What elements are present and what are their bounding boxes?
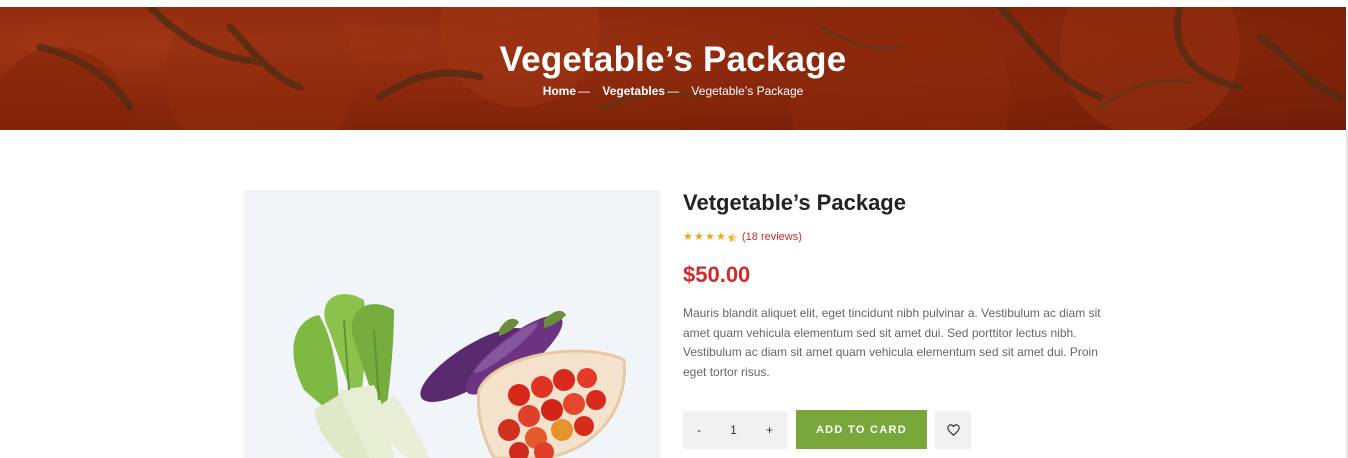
product-rating: ★ ★ ★ ★ (18 reviews) — [683, 230, 1113, 244]
breadcrumb-home-link[interactable]: Home — [543, 84, 576, 98]
wishlist-button[interactable] — [935, 410, 971, 449]
product-image[interactable] — [244, 190, 660, 458]
top-strip — [0, 0, 1348, 7]
page-title: Vegetable’s Package — [499, 40, 847, 79]
heart-icon — [946, 423, 960, 436]
vegetables-illustration — [293, 294, 627, 458]
quantity-value[interactable]: 1 — [730, 423, 737, 437]
star-icon: ★ — [705, 230, 715, 243]
star-icon: ★ — [716, 230, 726, 243]
breadcrumb-separator: — — [667, 84, 680, 98]
star-icon: ★ — [694, 230, 704, 243]
breadcrumb-category-link[interactable]: Vegetables — [602, 84, 665, 98]
product-price: $50.00 — [683, 262, 751, 287]
cart-actions: - 1 + ADD TO CARD — [683, 410, 971, 449]
quantity-increase-button[interactable]: + — [766, 423, 773, 437]
product-title: Vetgetable’s Package — [683, 190, 906, 215]
add-to-cart-button[interactable]: ADD TO CARD — [796, 410, 927, 449]
breadcrumb-separator: — — [578, 84, 591, 98]
rating-stars: ★ ★ ★ ★ — [683, 230, 738, 243]
breadcrumb: Home — Vegetables — Vegetable’s Package — [0, 84, 1346, 98]
page-hero-banner: Vegetable’s Package Home — Vegetables — Ve… — [0, 7, 1346, 130]
product-details: Vetgetable’s Package ★ ★ ★ ★ (18 reviews… — [683, 190, 1113, 382]
half-star-icon — [727, 232, 738, 243]
quantity-decrease-button[interactable]: - — [697, 423, 701, 437]
product-description: Mauris blandit aliquet elit, eget tincid… — [683, 306, 1101, 379]
star-icon: ★ — [683, 230, 693, 243]
reviews-link[interactable]: (18 reviews) — [742, 231, 802, 243]
quantity-stepper: - 1 + — [683, 410, 787, 449]
breadcrumb-current: Vegetable’s Package — [691, 84, 804, 98]
